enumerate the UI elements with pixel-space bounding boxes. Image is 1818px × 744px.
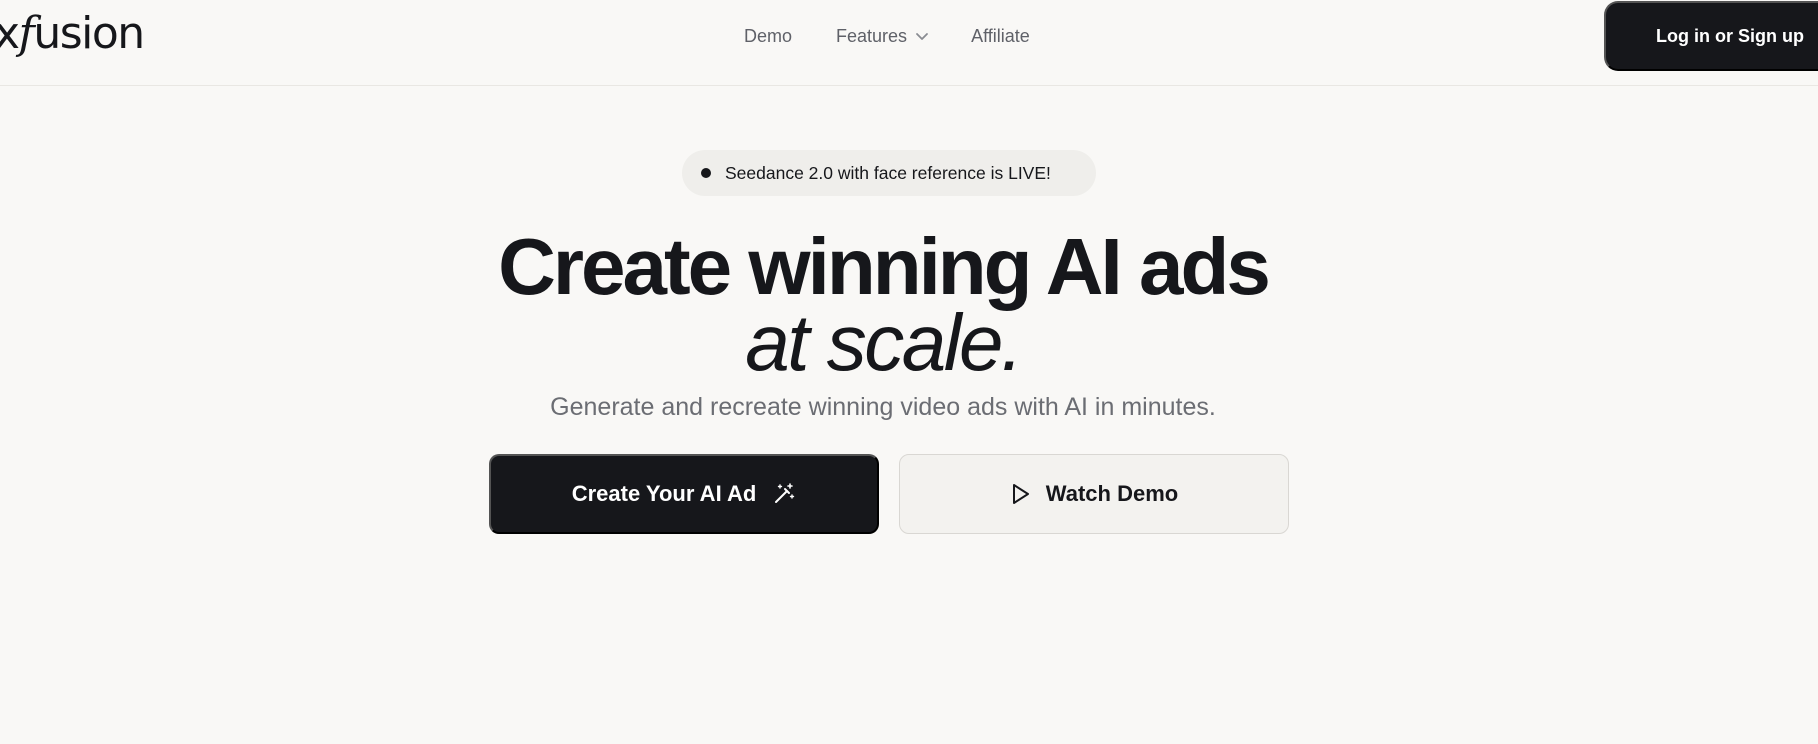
main-nav: Demo Features Affiliate [744,22,1030,50]
nav-affiliate-link[interactable]: Affiliate [971,22,1030,50]
announcement-text: Seedance 2.0 with face reference is LIVE… [725,162,1051,183]
logo-suffix: usion [33,8,145,59]
login-signup-button[interactable]: Log in or Sign up [1604,1,1818,71]
logo-prefix: x [0,8,20,59]
chevron-down-icon [916,33,928,40]
brand-logo[interactable]: xfusion [0,6,145,62]
site-header: xfusion Demo Features Affiliate Log in o… [0,0,1818,86]
create-ai-ad-button[interactable]: Create Your AI Ad [489,454,879,534]
logo-f: f [18,8,35,59]
hero-subtitle: Generate and recreate winning video ads … [550,393,1216,421]
create-ai-ad-label: Create Your AI Ad [571,481,757,506]
hero-title-emphasis: at scale. [745,298,1023,387]
nav-demo-link[interactable]: Demo [744,22,792,50]
landing-page: xfusion Demo Features Affiliate Log in o… [0,0,1818,744]
live-dot-icon [701,168,711,178]
play-icon [1012,484,1029,504]
nav-features-dropdown[interactable]: Features [836,22,929,50]
nav-features-label: Features [836,26,908,46]
announcement-badge[interactable]: Seedance 2.0 with face reference is LIVE… [682,150,1096,196]
watch-demo-button[interactable]: Watch Demo [899,454,1289,534]
watch-demo-label: Watch Demo [1045,481,1179,506]
magic-wand-icon [775,483,795,503]
